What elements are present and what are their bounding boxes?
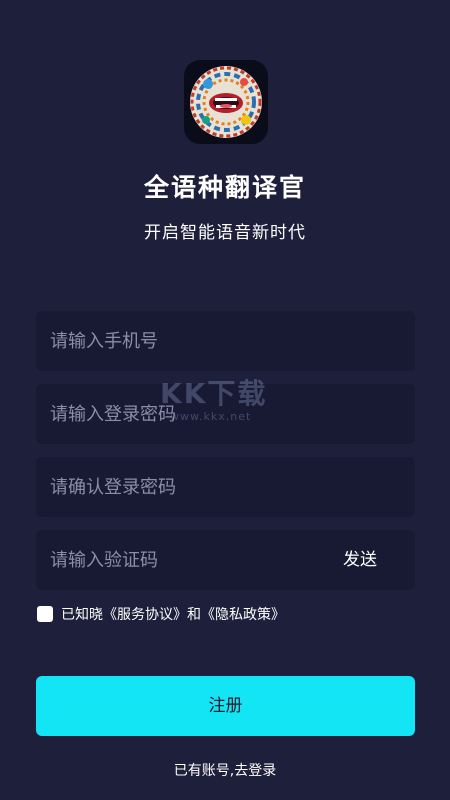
phone-field bbox=[36, 311, 415, 371]
agreement-checkbox[interactable] bbox=[37, 606, 53, 622]
privacy-policy-link[interactable]: 《隐私政策》 bbox=[201, 607, 285, 623]
verification-code-input[interactable] bbox=[36, 530, 316, 590]
agreement-text: 已知晓《服务协议》和《隐私政策》 bbox=[61, 604, 285, 624]
send-code-button[interactable]: 发送 bbox=[343, 530, 377, 590]
register-button[interactable]: 注册 bbox=[36, 676, 415, 736]
confirm-password-input[interactable] bbox=[36, 457, 415, 517]
password-field bbox=[36, 384, 415, 444]
password-input[interactable] bbox=[36, 384, 415, 444]
phone-input[interactable] bbox=[36, 311, 415, 371]
agreement-row: 已知晓《服务协议》和《隐私政策》 bbox=[37, 604, 285, 624]
app-logo bbox=[184, 60, 268, 144]
agreement-prefix: 已知晓 bbox=[61, 607, 103, 623]
service-agreement-link[interactable]: 《服务协议》 bbox=[103, 607, 187, 623]
go-login-link[interactable]: 已有账号,去登录 bbox=[0, 760, 450, 780]
agreement-and: 和 bbox=[187, 607, 201, 623]
app-title: 全语种翻译官 bbox=[143, 173, 306, 202]
verification-code-field: 发送 bbox=[36, 530, 415, 590]
app-logo-mouth-icon bbox=[190, 66, 262, 138]
register-screen: 全语种翻译官 开启智能语音新时代 发送 KK下载 www.kkx.net 已知晓… bbox=[0, 0, 450, 800]
app-subtitle: 开启智能语音新时代 bbox=[144, 223, 306, 243]
confirm-password-field bbox=[36, 457, 415, 517]
